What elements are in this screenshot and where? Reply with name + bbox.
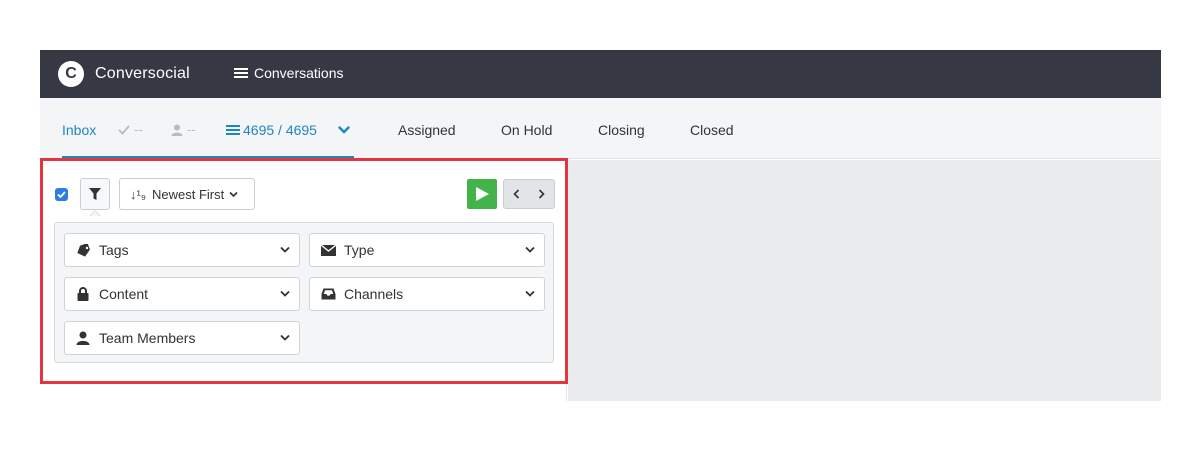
chevron-down-icon[interactable]	[338, 124, 350, 136]
chevron-right-icon	[538, 189, 545, 199]
conversation-count-label: 4695 / 4695	[243, 122, 317, 138]
nav-conversations[interactable]: Conversations	[234, 65, 344, 81]
content-label: Content	[99, 286, 149, 302]
tab-on-hold[interactable]: On Hold	[501, 122, 552, 138]
sort-dropdown[interactable]: ↓¹₉ Newest First	[119, 178, 255, 210]
chevron-down-icon	[525, 290, 535, 297]
chevron-down-icon	[525, 246, 535, 253]
nav-conversations-label: Conversations	[254, 65, 344, 81]
team-members-label: Team Members	[99, 330, 196, 346]
funnel-icon	[89, 188, 101, 200]
play-icon	[476, 187, 489, 201]
play-button[interactable]	[467, 179, 497, 209]
filter-panel: Tags Type Content Channels Team Members	[54, 222, 554, 363]
tags-label: Tags	[99, 242, 129, 258]
select-all-checkbox[interactable]	[55, 188, 68, 201]
chevron-down-icon	[229, 191, 238, 197]
channels-label: Channels	[344, 286, 404, 302]
tab-closed[interactable]: Closed	[690, 122, 734, 138]
channels-select[interactable]: Channels	[309, 277, 545, 311]
chevron-down-icon	[280, 246, 290, 253]
previous-button[interactable]	[504, 180, 529, 208]
tab-bar: Inbox -- -- 4695 / 4695 Assigned On Hold…	[40, 98, 1161, 159]
content-select[interactable]: Content	[64, 277, 300, 311]
tab-inbox[interactable]: Inbox	[62, 122, 96, 138]
assignee-count: --	[187, 122, 196, 137]
check-icon	[57, 191, 66, 199]
filter-button[interactable]	[80, 178, 110, 210]
tag-icon	[75, 243, 91, 257]
app-window: C Conversocial Conversations Inbox -- --…	[40, 50, 1161, 401]
filter-caret	[89, 210, 101, 216]
brand-logo-icon: C	[58, 61, 84, 87]
lock-icon	[75, 287, 91, 301]
conversation-list-panel: ↓¹₉ Newest First Tags Type Content Chann…	[40, 160, 567, 401]
conversation-detail-panel	[568, 160, 1161, 401]
tab-assigned[interactable]: Assigned	[398, 122, 456, 138]
list-icon	[234, 67, 248, 79]
chevron-down-icon	[280, 334, 290, 341]
type-label: Type	[344, 242, 375, 258]
brand-name: Conversocial	[95, 65, 190, 82]
checked-count: --	[134, 122, 143, 137]
check-icon	[118, 124, 130, 135]
tags-select[interactable]: Tags	[64, 233, 300, 267]
type-select[interactable]: Type	[309, 233, 545, 267]
pager	[503, 179, 555, 209]
user-icon	[75, 331, 91, 345]
sort-numeric-icon: ↓¹₉	[130, 186, 146, 202]
next-button[interactable]	[529, 180, 554, 208]
chevron-down-icon	[280, 290, 290, 297]
envelope-icon	[320, 243, 336, 257]
checked-filter[interactable]: --	[118, 122, 143, 137]
sort-label: Newest First	[151, 186, 225, 202]
conversation-count[interactable]: 4695 / 4695	[226, 122, 317, 138]
inbox-tray-icon	[320, 287, 336, 301]
tab-closing[interactable]: Closing	[598, 122, 645, 138]
brand[interactable]: C Conversocial	[58, 61, 190, 87]
list-icon	[226, 124, 240, 136]
top-bar: C Conversocial Conversations	[40, 50, 1161, 98]
active-tab-indicator	[62, 156, 354, 158]
chevron-left-icon	[513, 189, 520, 199]
assignee-filter[interactable]: --	[171, 122, 196, 137]
team-members-select[interactable]: Team Members	[64, 321, 300, 355]
user-icon	[171, 124, 183, 136]
